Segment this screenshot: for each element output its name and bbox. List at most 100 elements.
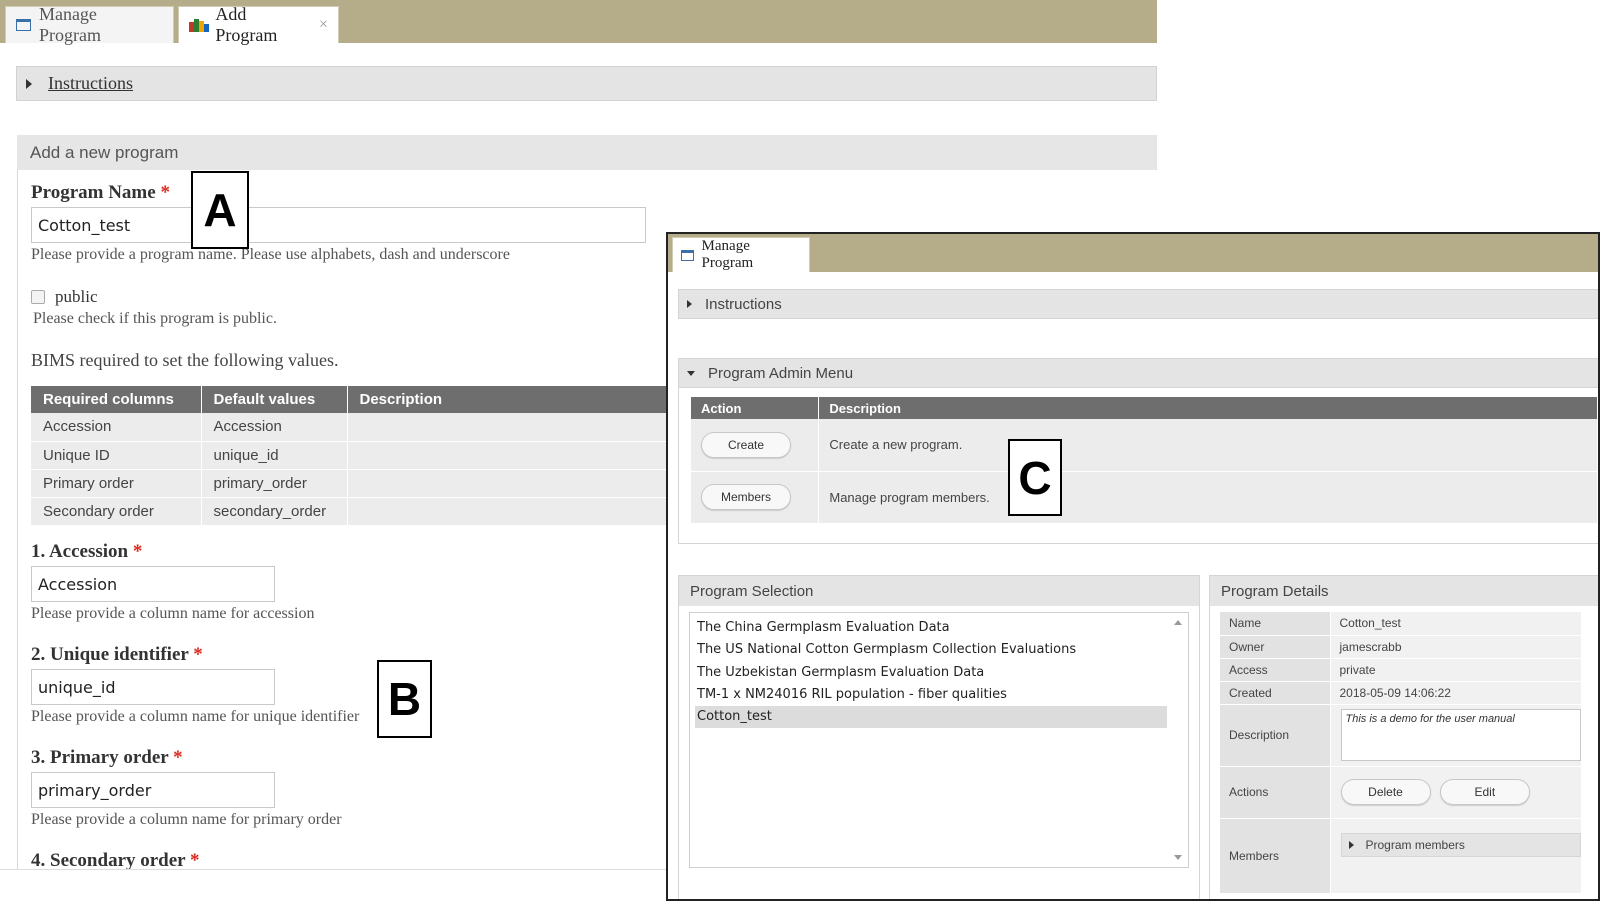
collapse-icon [687, 370, 695, 376]
list-item[interactable]: The US National Cotton Germplasm Collect… [695, 639, 1167, 661]
table-row: Secondary order secondary_order [31, 497, 678, 526]
program-details-panel: Program Details Name Cotton_test Owner j… [1209, 575, 1598, 899]
detail-value: Cotton_test [1330, 612, 1581, 636]
program-selection-panel: Program Selection The China Germplasm Ev… [678, 575, 1200, 899]
bottom-edge [0, 869, 666, 901]
create-button[interactable]: Create [701, 431, 791, 458]
detail-value: jamescrabb [1330, 635, 1581, 659]
detail-key: Description [1220, 704, 1331, 767]
program-details-header: Program Details [1210, 576, 1598, 606]
action-description: Manage program members. [818, 471, 1598, 524]
instructions-link[interactable]: Instructions [48, 73, 133, 94]
scroll-up-icon[interactable] [1174, 620, 1182, 625]
column-header: Description [818, 397, 1598, 419]
table-cell: primary_order [201, 469, 348, 498]
detail-key: Members [1220, 818, 1331, 894]
detail-key: Name [1220, 612, 1331, 636]
table-row: Created 2018-05-09 14:06:22 [1220, 681, 1581, 705]
window-icon [16, 19, 31, 31]
column-header: Required columns [31, 386, 202, 413]
table-row: Unique ID unique_id [31, 441, 678, 470]
accession-hint: Please provide a column name for accessi… [31, 605, 315, 622]
tab-bar: Manage Program Add Program × [0, 0, 1157, 45]
table-row: Members Manage program members. [691, 471, 1598, 524]
unique-identifier-input[interactable]: unique_id [31, 669, 275, 705]
description-textarea[interactable]: This is a demo for the user manual [1340, 709, 1581, 761]
tab-manage-program[interactable]: Manage Program [672, 237, 810, 272]
callout-a: A [191, 171, 249, 249]
program-details-table: Name Cotton_test Owner jamescrabb Access… [1220, 612, 1581, 894]
accession-input[interactable]: Accession [31, 566, 275, 602]
accession-label: 1. Accession * [31, 541, 143, 562]
table-cell [347, 469, 678, 498]
list-item[interactable]: The China Germplasm Evaluation Data [695, 617, 1167, 639]
unique-identifier-hint: Please provide a column name for unique … [31, 708, 360, 725]
detail-key: Owner [1220, 635, 1331, 659]
table-cell [347, 497, 678, 526]
detail-key: Access [1220, 658, 1331, 682]
list-item-selected[interactable]: Cotton_test [695, 706, 1167, 728]
table-cell: Unique ID [31, 441, 202, 470]
table-row: Actions Delete Edit [1220, 766, 1581, 819]
table-cell [347, 413, 678, 442]
primary-order-input[interactable]: primary_order [31, 772, 275, 808]
detail-key: Actions [1220, 766, 1331, 819]
tab-manage-program[interactable]: Manage Program [5, 4, 174, 45]
list-item[interactable]: TM-1 x NM24016 RIL population - fiber qu… [695, 684, 1167, 706]
instructions-label: Instructions [705, 295, 782, 313]
program-name-hint: Please provide a program name. Please us… [31, 246, 510, 263]
detail-value: 2018-05-09 14:06:22 [1330, 681, 1581, 705]
column-header: Description [347, 386, 678, 413]
edit-button[interactable]: Edit [1439, 779, 1530, 805]
column-header: Action [691, 397, 820, 419]
bims-note: BIMS required to set the following value… [31, 350, 339, 370]
detail-value: private [1330, 658, 1581, 682]
table-header-row: Action Description [691, 397, 1598, 419]
required-columns-table: Required columns Default values Descript… [31, 386, 678, 526]
table-cell: Accession [31, 413, 202, 442]
tab-bar: Manage Program [668, 234, 1598, 272]
table-cell: secondary_order [201, 497, 348, 526]
manage-program-screen: Manage Program Instructions Program Admi… [666, 232, 1600, 901]
admin-menu-title: Program Admin Menu [708, 364, 854, 382]
program-name-label: Program Name * [31, 182, 170, 203]
table-row: Name Cotton_test [1220, 612, 1581, 636]
members-button[interactable]: Members [701, 484, 791, 510]
public-hint: Please check if this program is public. [33, 310, 277, 327]
table-row: Create Create a new program. [691, 419, 1598, 472]
primary-order-label: 3. Primary order * [31, 747, 183, 768]
column-header: Default values [201, 386, 348, 413]
program-name-input[interactable]: Cotton_test [31, 207, 646, 243]
scroll-down-icon[interactable] [1174, 855, 1182, 860]
list-item[interactable]: The Uzbekistan Germplasm Evaluation Data [695, 662, 1167, 684]
program-list[interactable]: The China Germplasm Evaluation Data The … [689, 612, 1189, 868]
unique-identifier-label: 2. Unique identifier * [31, 644, 203, 665]
table-row: Primary order primary_order [31, 469, 678, 498]
instructions-header[interactable]: Instructions [678, 289, 1598, 319]
tab-add-program[interactable]: Add Program × [178, 4, 339, 45]
table-cell: unique_id [201, 441, 348, 470]
detail-key: Created [1220, 681, 1331, 705]
public-label: public [55, 287, 98, 306]
callout-c: C [1008, 439, 1062, 516]
admin-action-table: Action Description Create Create a new p… [691, 397, 1598, 524]
table-row: Description This is a demo for the user … [1220, 704, 1581, 767]
table-row: Access private [1220, 658, 1581, 682]
delete-button[interactable]: Delete [1340, 779, 1431, 805]
admin-menu-header[interactable]: Program Admin Menu [678, 358, 1598, 388]
section-header: Add a new program [17, 135, 1157, 170]
table-cell: Primary order [31, 469, 202, 498]
section-title: Add a new program [30, 142, 179, 162]
table-cell [347, 441, 678, 470]
instructions-header[interactable]: Instructions [16, 66, 1157, 101]
window-icon [681, 249, 694, 261]
close-tab-icon[interactable]: × [319, 16, 328, 34]
table-row: Owner jamescrabb [1220, 635, 1581, 659]
table-header-row: Required columns Default values Descript… [31, 386, 678, 413]
expand-icon [26, 78, 32, 89]
table-row: Accession Accession [31, 413, 678, 442]
books-icon [189, 18, 209, 32]
public-checkbox[interactable] [31, 290, 45, 304]
action-description: Create a new program. [818, 419, 1598, 472]
program-members-toggle[interactable]: Program members [1340, 832, 1581, 857]
